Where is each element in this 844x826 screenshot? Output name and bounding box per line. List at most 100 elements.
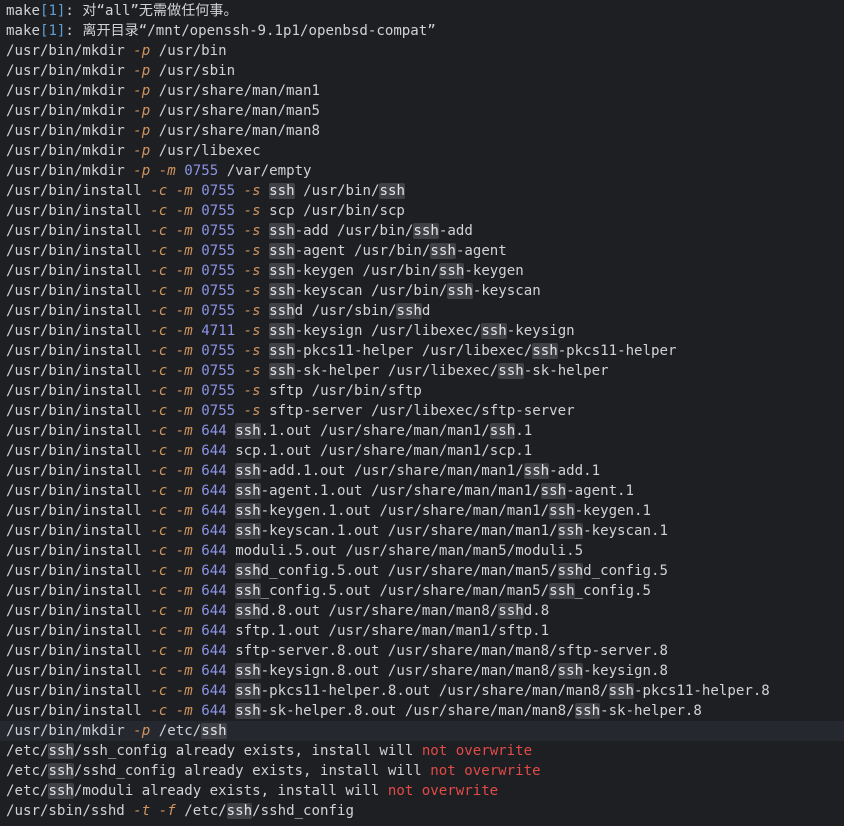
command-flag: -c [150,243,168,259]
search-match: ssh [48,743,74,759]
search-match: ssh [489,423,516,439]
command-flag: -p [133,63,151,79]
install-arguments: ssh_config.5.out /usr/share/man/man5/ssh… [235,583,651,599]
install-arguments: sftp-server.8.out /usr/share/man/man8/sf… [235,643,668,659]
search-match: ssh [48,783,74,799]
mode-number: 0755 [201,383,236,399]
terminal-output[interactable]: make[1]: 对“all”无需做任何事。 make[1]: 离开目录“/mnt… [0,0,844,826]
terminal-line: /usr/bin/install -c -m 0755 -s sftp /usr… [0,381,844,401]
terminal-line: /usr/bin/mkdir -p /usr/libexec [0,141,844,161]
output-text: -keyscan [472,283,541,299]
output-text: /usr/share/man/man8 [150,123,320,139]
search-match: ssh [235,503,261,519]
mode-number: 644 [201,483,227,499]
output-text: -add.1.out /usr/share/man/man1/ [260,463,524,479]
output-text: -keygen.1.out /usr/share/man/man1/ [260,503,550,519]
search-match: ssh [269,343,295,359]
command-flag: -m [175,523,193,539]
command-flag: -c [150,183,168,199]
output-text: /usr/bin [150,43,227,59]
warning-text: not overwrite [430,763,541,779]
search-match: ssh [269,303,295,319]
terminal-line: /usr/bin/mkdir -p /usr/share/man/man5 [0,101,844,121]
command-flag: -c [150,523,168,539]
command-flag: -p [133,723,151,739]
install-arguments: ssh-agent.1.out /usr/share/man/man1/ssh-… [235,483,634,499]
terminal-line: /usr/bin/install -c -m 644 ssh-sk-helper… [0,701,844,721]
output-text: scp.1.out /usr/share/man/man1/scp.1 [235,443,533,459]
command-flag: -c [150,543,168,559]
search-match: ssh [269,263,295,279]
output-text: /usr/bin/install [6,383,151,399]
search-match: ssh [269,323,295,339]
command-flag: -m [175,323,193,339]
terminal-line: /etc/ssh/ssh_config already exists, inst… [0,741,844,761]
search-match: ssh [235,563,261,579]
search-match: ssh [498,603,524,619]
command-flag: -s [243,183,261,199]
output-text: -keyscan /usr/bin/ [294,283,448,299]
terminal-line: /usr/bin/mkdir -p /usr/share/man/man1 [0,81,844,101]
output-text: /usr/bin/install [6,523,151,539]
mode-number: 0755 [201,183,236,199]
command-flag: -c [150,563,168,579]
terminal-line: make[1]: 对“all”无需做任何事。 [0,1,844,21]
command-flag: -p [133,163,151,179]
command-flag: -c [150,303,168,319]
search-match: ssh [413,223,439,239]
output-text: /usr/bin/install [6,543,151,559]
command-flag: -p [133,43,151,59]
install-arguments: sftp-server /usr/libexec/sftp-server [269,403,574,419]
output-text: d /usr/sbin/ [294,303,397,319]
command-flag: -s [243,283,261,299]
command-flag: -m [175,363,193,379]
command-flag: -c [150,443,168,459]
install-arguments: moduli.5.out /usr/share/man/man5/moduli.… [235,543,583,559]
output-text: /usr/bin/mkdir [6,83,134,99]
command-flag: -c [150,603,168,619]
terminal-line: /usr/bin/install -c -m 644 ssh-agent.1.o… [0,481,844,501]
terminal-line: /usr/bin/install -c -m 644 sshd.8.out /u… [0,601,844,621]
command-flag: -c [150,503,168,519]
output-text: make [6,23,40,39]
install-arguments: scp.1.out /usr/share/man/man1/scp.1 [235,443,532,459]
install-arguments: ssh.1.out /usr/share/man/man1/ssh.1 [235,423,532,439]
output-text: -keygen /usr/bin/ [294,263,439,279]
terminal-line: /usr/bin/install -c -m 0755 -s scp /usr/… [0,201,844,221]
search-match: ssh [235,663,261,679]
command-flag: -s [243,363,261,379]
install-arguments: ssh-keygen /usr/bin/ssh-keygen [269,263,524,279]
command-flag: -m [175,343,193,359]
output-text: /usr/bin/mkdir [6,43,134,59]
command-flag: -c [150,583,168,599]
search-match: ssh [379,183,405,199]
terminal-line: /usr/bin/install -c -m 644 moduli.5.out … [0,541,844,561]
command-flag: -c [150,283,168,299]
output-text: -sk-helper /usr/libexec/ [294,363,499,379]
